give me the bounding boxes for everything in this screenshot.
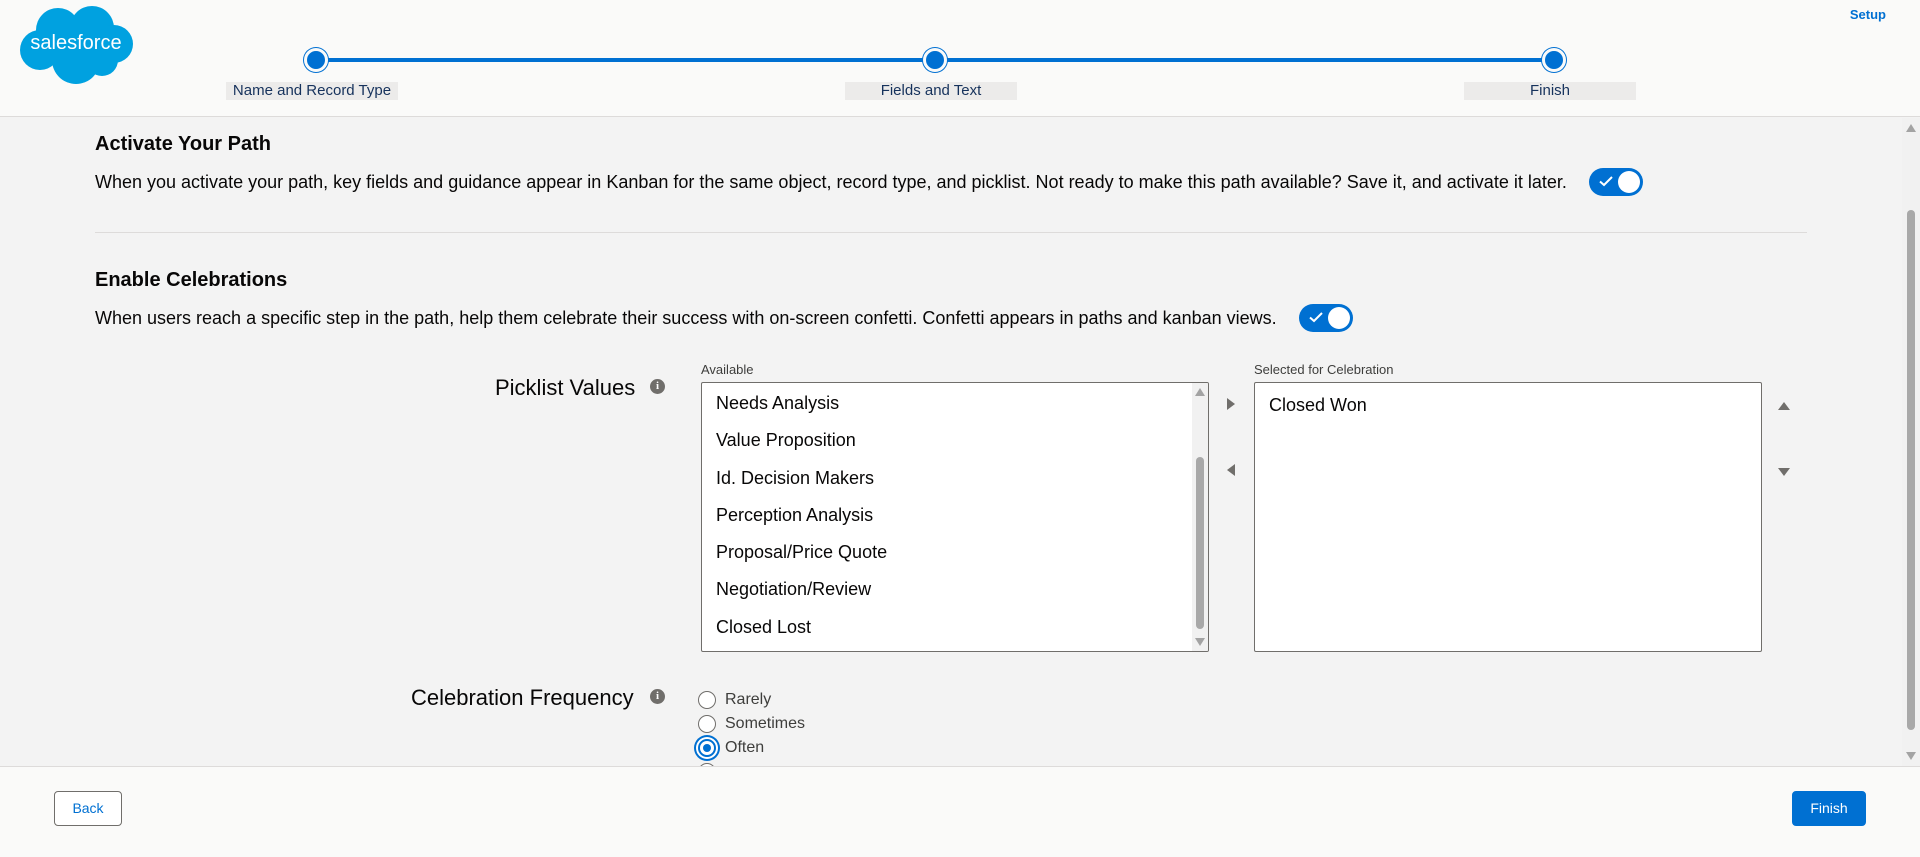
selected-list-label: Selected for Celebration — [1254, 362, 1394, 377]
step-marker-fields-and-text[interactable] — [923, 48, 947, 72]
available-list-label: Available — [701, 362, 754, 377]
finish-button[interactable]: Finish — [1792, 791, 1866, 826]
setup-link[interactable]: Setup — [1850, 7, 1886, 22]
scroll-down-arrow-icon[interactable] — [1906, 752, 1916, 760]
info-icon[interactable]: i — [650, 689, 665, 704]
scroll-thumb[interactable] — [1907, 210, 1915, 730]
celebration-frequency-label: Celebration Frequency — [411, 685, 634, 710]
wizard-footer: Back Finish — [0, 766, 1920, 857]
step-marker-name-and-record-type[interactable] — [304, 48, 328, 72]
activate-path-description: When you activate your path, key fields … — [95, 172, 1567, 192]
scroll-down-arrow-icon[interactable] — [1195, 638, 1205, 646]
enable-celebrations-description: When users reach a specific step in the … — [95, 308, 1277, 328]
step-label-fields-and-text: Fields and Text — [845, 82, 1017, 100]
check-icon — [1599, 176, 1613, 187]
toggle-knob — [1618, 171, 1640, 193]
list-item[interactable]: Proposal/Price Quote — [702, 534, 1208, 571]
toggle-knob — [1328, 307, 1350, 329]
scroll-up-arrow-icon[interactable] — [1195, 388, 1205, 396]
step-label-name-and-record-type: Name and Record Type — [226, 82, 398, 100]
enable-celebrations-toggle[interactable] — [1299, 304, 1353, 332]
salesforce-logo: salesforce — [20, 6, 133, 84]
move-up-icon — [1778, 402, 1790, 410]
enable-celebrations-title: Enable Celebrations — [95, 269, 288, 291]
scroll-thumb[interactable] — [1196, 457, 1204, 629]
radio-button[interactable] — [698, 715, 716, 733]
list-item[interactable]: Id. Decision Makers — [702, 460, 1208, 497]
frequency-option-sometimes[interactable]: Sometimes — [698, 713, 805, 735]
list-item[interactable]: Perception Analysis — [702, 497, 1208, 534]
radio-button[interactable] — [698, 691, 716, 709]
listbox-scrollbar[interactable] — [1192, 383, 1208, 651]
list-item[interactable]: Value Proposition — [702, 422, 1208, 459]
picklist-values-label: Picklist Values — [495, 375, 636, 400]
move-right-icon — [1227, 398, 1235, 410]
move-left-button[interactable] — [1224, 462, 1240, 478]
info-icon[interactable]: i — [650, 379, 665, 394]
check-icon — [1309, 312, 1323, 323]
wizard-content: Activate Your Path When you activate you… — [0, 118, 1902, 766]
radio-button-selected[interactable] — [698, 739, 716, 757]
radio-label: Sometimes — [725, 715, 806, 732]
available-listbox[interactable]: Needs Analysis Value Proposition Id. Dec… — [701, 382, 1209, 652]
wizard-header: salesforce Setup Name and Record Type Fi… — [0, 0, 1920, 117]
list-item[interactable]: Needs Analysis — [702, 385, 1208, 422]
move-down-button[interactable] — [1776, 464, 1792, 480]
section-divider — [95, 232, 1807, 233]
activate-path-toggle[interactable] — [1589, 168, 1643, 196]
frequency-option-rarely[interactable]: Rarely — [698, 689, 771, 711]
logo-text: salesforce — [30, 32, 121, 54]
path-progress — [304, 48, 1566, 72]
radio-label: Often — [725, 739, 765, 756]
page-scrollbar[interactable] — [1902, 118, 1920, 766]
move-right-button[interactable] — [1224, 396, 1240, 412]
frequency-option-often[interactable]: Often — [698, 737, 764, 759]
move-left-icon — [1227, 464, 1235, 476]
list-item[interactable]: Closed Lost — [702, 609, 1208, 646]
step-marker-finish[interactable] — [1542, 48, 1566, 72]
scroll-up-arrow-icon[interactable] — [1906, 124, 1916, 132]
move-down-icon — [1778, 468, 1790, 476]
back-button[interactable]: Back — [54, 791, 122, 826]
list-item[interactable]: Closed Won — [1255, 387, 1761, 424]
activate-path-title: Activate Your Path — [95, 133, 271, 155]
selected-listbox[interactable]: Closed Won — [1254, 382, 1762, 652]
radio-label: Rarely — [725, 691, 772, 708]
move-up-button[interactable] — [1776, 398, 1792, 414]
list-item[interactable]: Negotiation/Review — [702, 571, 1208, 608]
step-label-finish: Finish — [1464, 82, 1636, 100]
